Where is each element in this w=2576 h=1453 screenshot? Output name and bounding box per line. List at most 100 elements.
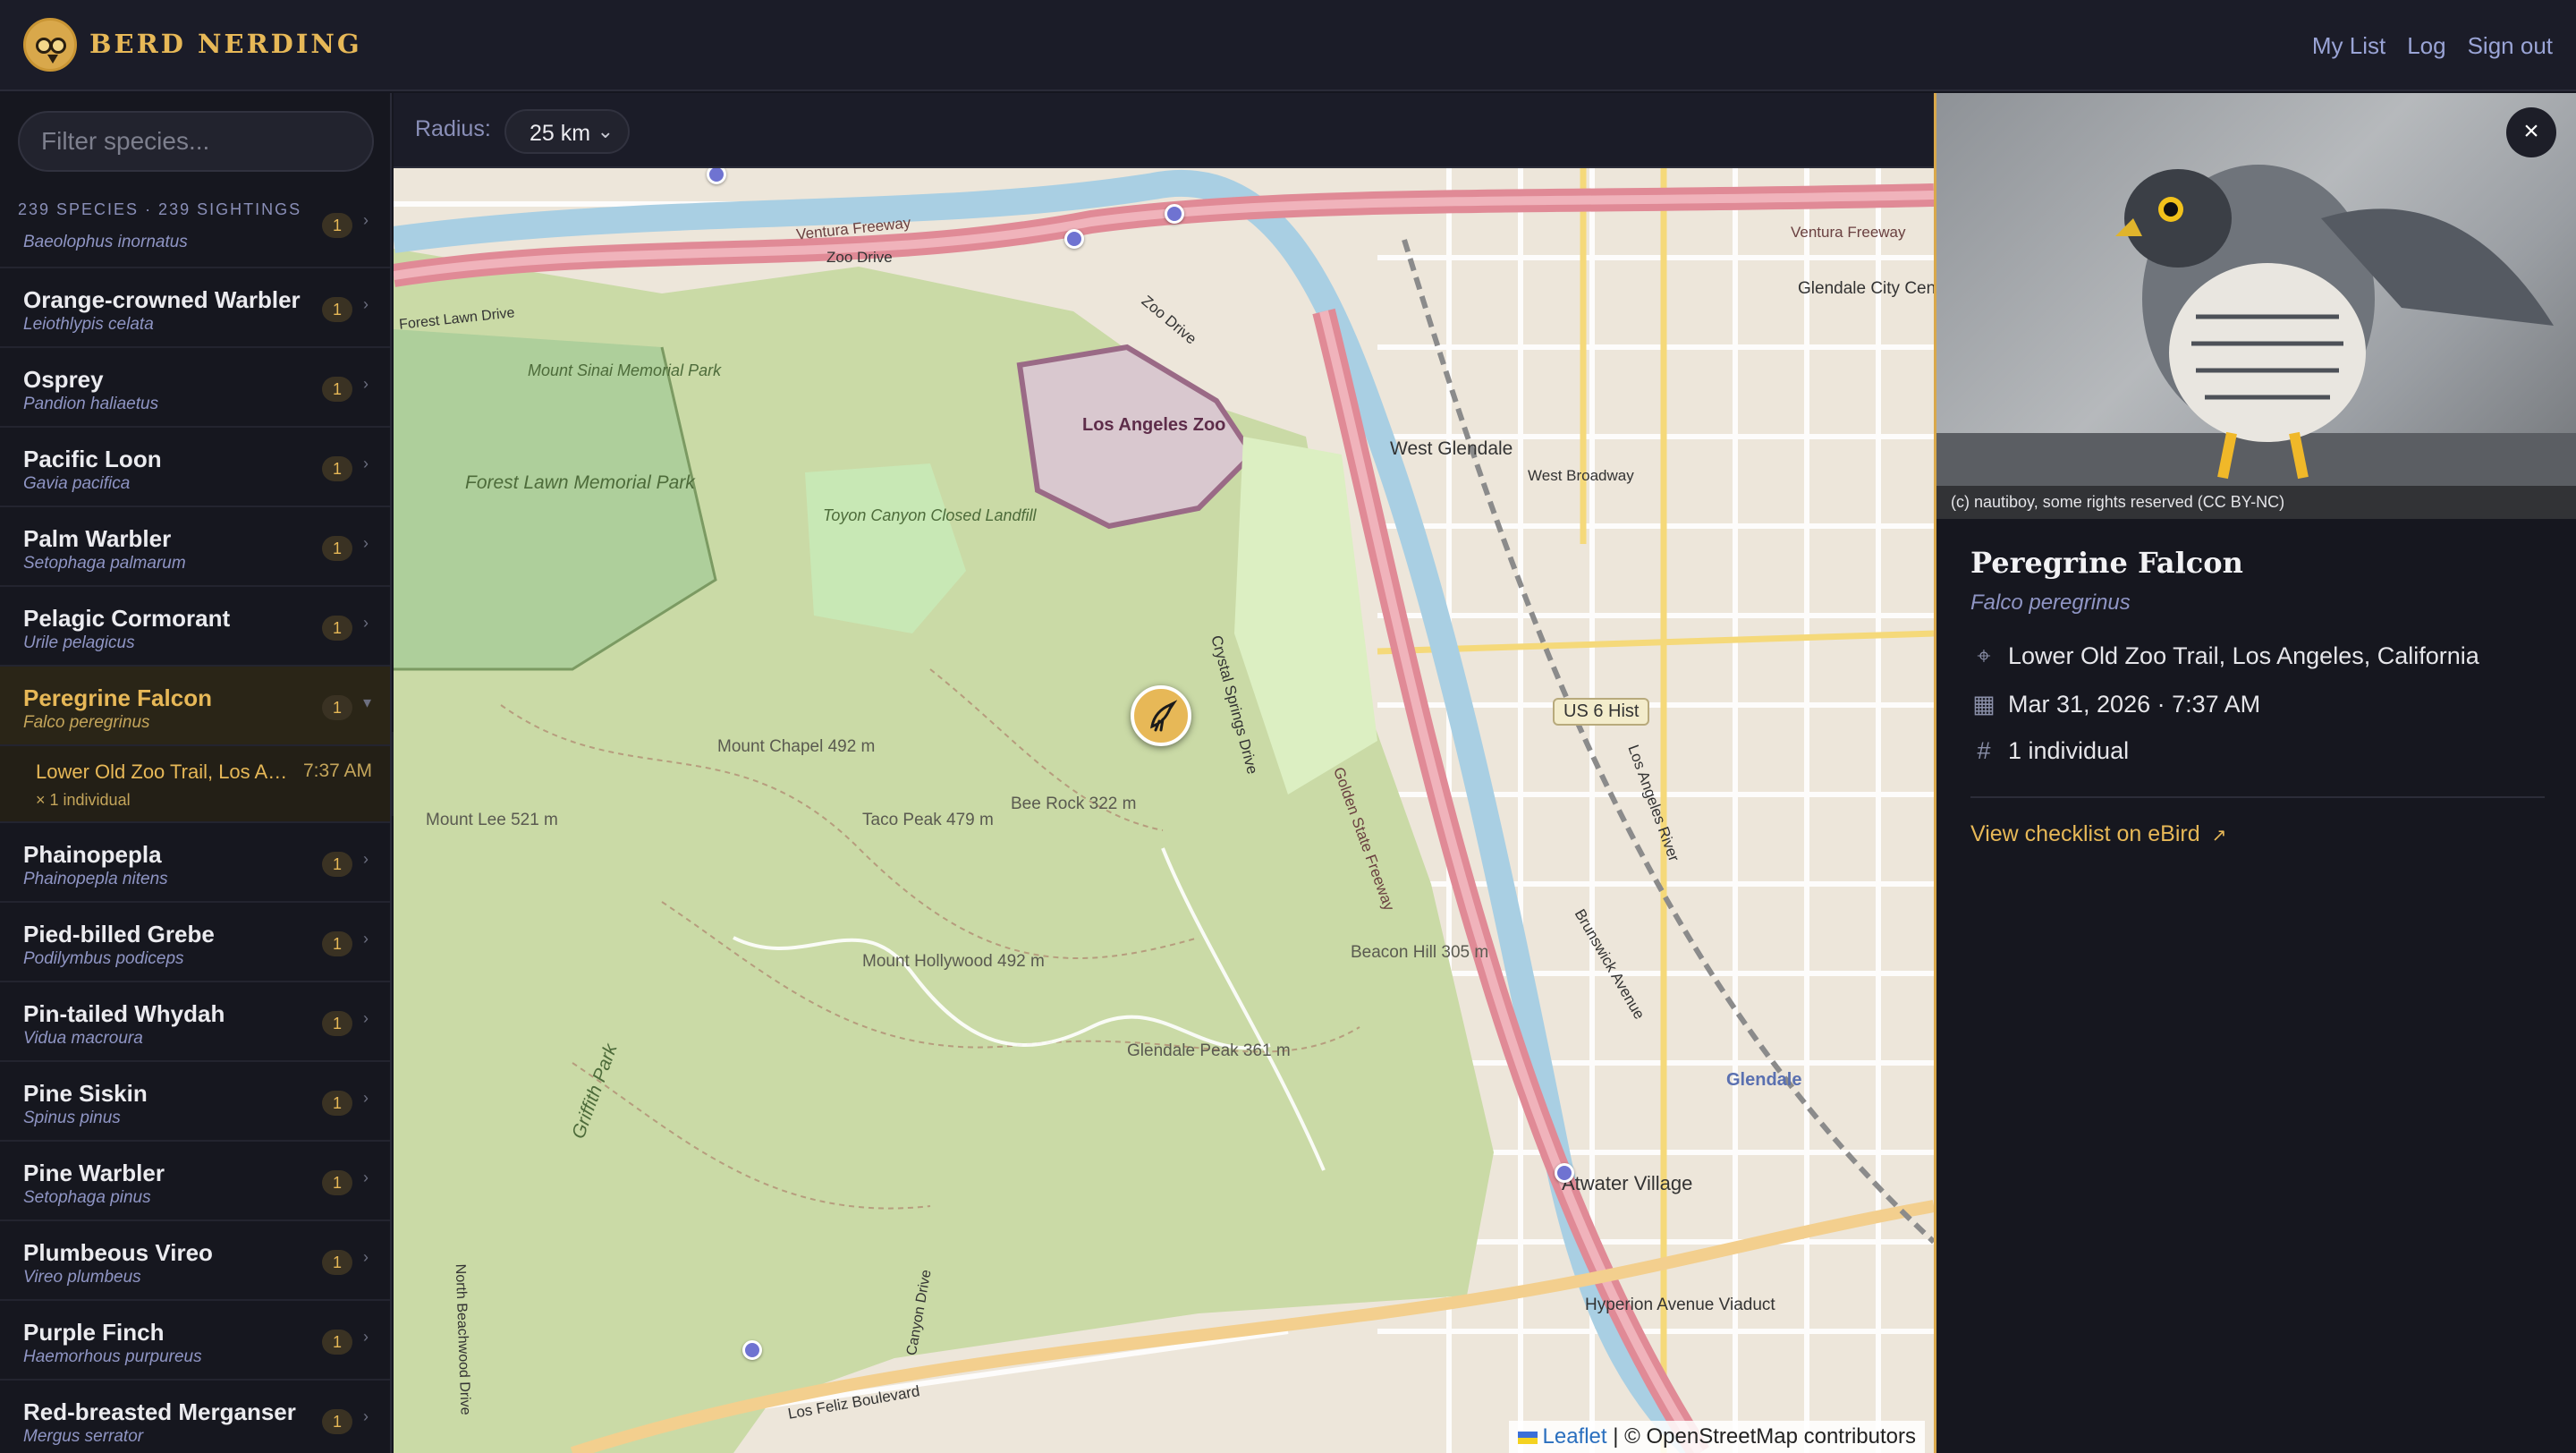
sighting-count-badge: 1 — [322, 616, 352, 641]
map-pin-icon: ⌖ — [1977, 642, 1991, 669]
map-label-taco-peak: Taco Peak 479 m — [862, 811, 994, 829]
map-label-beacon-hill: Beacon Hill 305 m — [1351, 943, 1489, 962]
species-row[interactable]: Pelagic Cormorant Urile pelagicus 1 › — [0, 587, 390, 667]
map-label-glendale-city-center: Glendale City Center — [1798, 279, 1934, 298]
radius-select[interactable]: 25 km ⌄ — [504, 109, 630, 154]
map-attribution: Leaflet | © OpenStreetMap contributors — [1508, 1421, 1925, 1453]
sighting-marker[interactable] — [1555, 1163, 1574, 1183]
chevron-down-icon: ▾ — [363, 693, 372, 711]
chevron-right-icon: › — [363, 375, 369, 393]
map-label-zoo-drive: Zoo Drive — [826, 249, 893, 266]
sighting-marker[interactable] — [1064, 229, 1084, 249]
species-scientific-name: Vidua macroura — [23, 1029, 143, 1048]
species-common-name: Purple Finch — [23, 1319, 165, 1346]
species-scientific-name: Podilymbus podiceps — [23, 949, 184, 968]
species-row[interactable]: Palm Warbler Setophaga palmarum 1 › — [0, 507, 390, 587]
species-common-name: Pin-tailed Whydah — [23, 1000, 225, 1027]
species-counts: 239 SPECIES · 239 SIGHTINGS — [18, 200, 302, 218]
species-row[interactable]: Red-breasted Merganser Mergus serrator 1… — [0, 1381, 390, 1453]
map-label-glendale-peak: Glendale Peak 361 m — [1127, 1041, 1291, 1060]
species-row[interactable]: Baeolophus inornatus 1 › — [0, 211, 390, 268]
ebird-checklist-link[interactable]: View checklist on eBird ↗ — [1970, 821, 2226, 847]
species-row[interactable]: Osprey Pandion haliaetus 1 › — [0, 348, 390, 428]
chevron-right-icon: › — [363, 1328, 369, 1346]
close-panel-button[interactable]: × — [2506, 107, 2556, 157]
species-scientific-name: Pandion haliaetus — [23, 395, 159, 413]
species-row[interactable]: Plumbeous Vireo Vireo plumbeus 1 › — [0, 1221, 390, 1301]
species-common-name: Red-breasted Merganser — [23, 1398, 296, 1425]
species-scientific-name: Setophaga pinus — [23, 1188, 151, 1207]
species-common-name: Osprey — [23, 366, 104, 393]
sighting-location: Lower Old Zoo Trail, Los Angeles, Califo… — [36, 760, 295, 783]
species-row[interactable]: Purple Finch Haemorhous purpureus 1 › — [0, 1301, 390, 1381]
nav-my-list[interactable]: My List — [2312, 32, 2385, 60]
sighting-count-badge: 1 — [322, 1409, 352, 1434]
chevron-right-icon: › — [363, 211, 369, 229]
radius-label: Radius: — [415, 116, 491, 141]
species-row[interactable]: Pacific Loon Gavia pacifica 1 › — [0, 428, 390, 507]
species-filter-input[interactable] — [18, 111, 374, 172]
hash-icon: # — [1977, 737, 1991, 764]
species-row[interactable]: Pin-tailed Whydah Vidua macroura 1 › — [0, 982, 390, 1062]
owl-logo-icon[interactable] — [23, 18, 77, 72]
external-link-icon: ↗ — [2211, 826, 2227, 845]
chevron-right-icon: › — [363, 455, 369, 472]
map-label-forest-lawn: Forest Lawn Memorial Park — [465, 472, 695, 493]
chevron-right-icon: › — [363, 1407, 369, 1425]
brand-title[interactable]: BERD NERDING — [89, 29, 362, 59]
detail-count-row: #1 individual — [1970, 737, 2129, 765]
sighting-count-badge: 1 — [322, 852, 352, 877]
species-common-name: Pine Siskin — [23, 1080, 148, 1107]
map-label-us6-hist: US 6 Hist — [1553, 698, 1650, 726]
sighting-count-badge: 1 — [322, 1091, 352, 1116]
sighting-count-badge: 1 — [322, 297, 352, 322]
species-scientific-name: Setophaga palmarum — [23, 554, 186, 573]
sighting-entry[interactable]: Lower Old Zoo Trail, Los Angeles, Califo… — [0, 746, 390, 823]
photo-credit: (c) nautiboy, some rights reserved (CC B… — [1936, 486, 2576, 519]
bird-icon — [1150, 700, 1177, 732]
species-scientific-name: Vireo plumbeus — [23, 1268, 141, 1287]
nav-log[interactable]: Log — [2407, 32, 2445, 60]
species-common-name: Peregrine Falcon — [23, 684, 212, 711]
map-label-mount-lee: Mount Lee 521 m — [426, 811, 558, 829]
sighting-count-badge: 1 — [322, 536, 352, 561]
detail-datetime: Mar 31, 2026 · 7:37 AM — [2008, 691, 2261, 718]
species-common-name: Plumbeous Vireo — [23, 1239, 213, 1266]
sightings-map[interactable]: Los Angeles Zoo Forest Lawn Memorial Par… — [394, 168, 1934, 1453]
detail-date-row: ▦ Mar 31, 2026 · 7:37 AM — [1970, 691, 2260, 718]
sighting-marker[interactable] — [1165, 204, 1184, 224]
nav-sign-out[interactable]: Sign out — [2468, 32, 2553, 60]
selected-sighting-marker[interactable] — [1131, 685, 1191, 746]
species-row[interactable]: Phainopepla Phainopepla nitens 1 › — [0, 823, 390, 903]
chevron-right-icon: › — [363, 534, 369, 552]
chevron-right-icon: › — [363, 295, 369, 313]
sighting-individuals: × 1 individual — [36, 791, 131, 809]
map-label-mount-chapel: Mount Chapel 492 m — [717, 737, 876, 756]
radius-value: 25 km — [530, 121, 591, 146]
ukraine-flag-icon — [1517, 1431, 1538, 1444]
chevron-right-icon: › — [363, 850, 369, 868]
map-toolbar: Radius: 25 km ⌄ — [394, 93, 1934, 168]
species-row[interactable]: Pied-billed Grebe Podilymbus podiceps 1 … — [0, 903, 390, 982]
species-scientific-name: Falco peregrinus — [23, 713, 150, 732]
species-row[interactable]: Orange-crowned Warbler Leiothlypis celat… — [0, 268, 390, 348]
detail-count: 1 individual — [2008, 737, 2130, 764]
species-scientific-name: Phainopepla nitens — [23, 870, 168, 888]
species-row-selected[interactable]: Peregrine Falcon Falco peregrinus 1 ▾ — [0, 667, 390, 746]
detail-common-name: Peregrine Falcon — [1970, 546, 2243, 580]
species-row[interactable]: Pine Siskin Spinus pinus 1 › — [0, 1062, 390, 1142]
species-scientific-name: Mergus serrator — [23, 1427, 144, 1446]
app-header: BERD NERDING My List Log Sign out — [0, 0, 2576, 91]
species-scientific-name: Urile pelagicus — [23, 633, 135, 652]
map-label-ventura-fwy-east: Ventura Freeway — [1791, 224, 1906, 241]
species-scientific-name: Baeolophus inornatus — [23, 233, 188, 251]
species-scientific-name: Leiothlypis celata — [23, 315, 154, 334]
sighting-marker[interactable] — [742, 1340, 762, 1360]
leaflet-link[interactable]: Leaflet — [1543, 1424, 1607, 1449]
species-row[interactable]: Pine Warbler Setophaga pinus 1 › — [0, 1142, 390, 1221]
sighting-count-badge: 1 — [322, 1170, 352, 1195]
divider — [1970, 796, 2545, 798]
species-common-name: Phainopepla — [23, 841, 162, 868]
species-list: Baeolophus inornatus 1 › Orange-crowned … — [0, 211, 390, 1453]
chevron-right-icon: › — [363, 930, 369, 947]
